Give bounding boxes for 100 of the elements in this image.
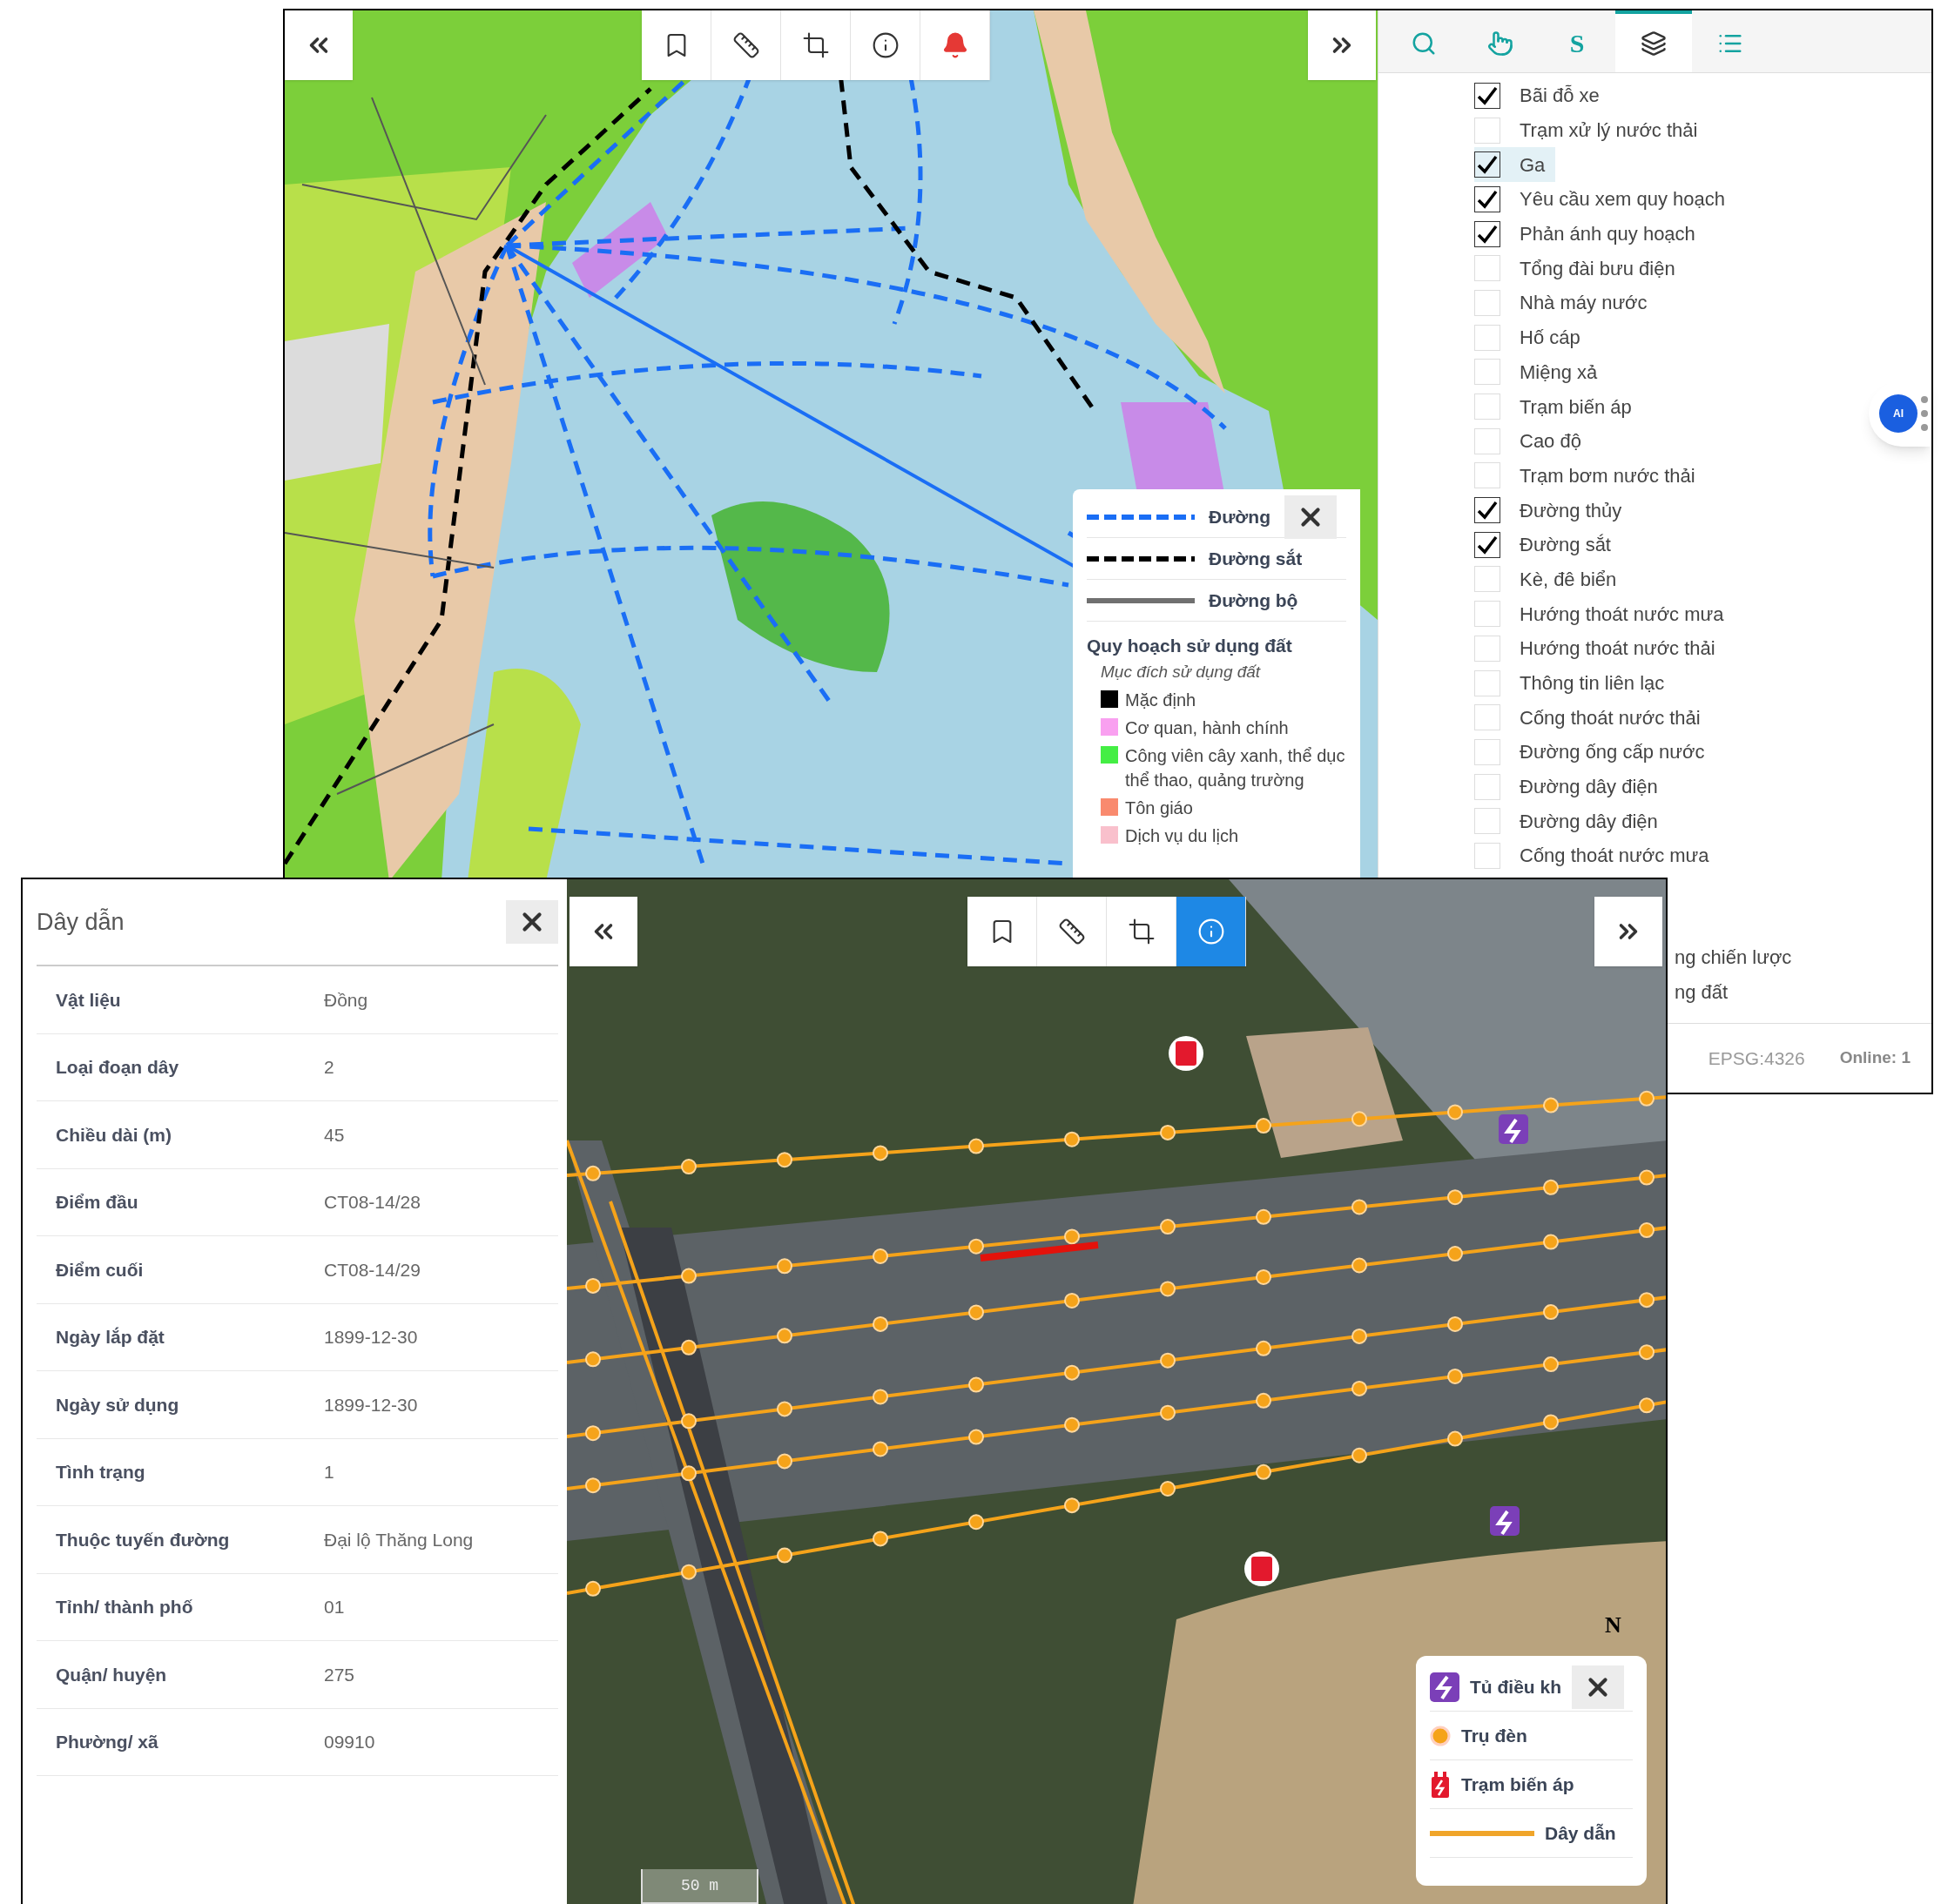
layer-item[interactable]: Đường ống cấp nước xyxy=(1474,735,1715,770)
crop-tool-button[interactable] xyxy=(1107,897,1176,966)
lamp-post-marker[interactable] xyxy=(1447,1189,1463,1206)
lamp-post-marker[interactable] xyxy=(968,1238,984,1255)
ruler-tool-button[interactable] xyxy=(1037,897,1107,966)
lamp-post-marker[interactable] xyxy=(873,1441,888,1457)
selected-wire-segment[interactable] xyxy=(980,1241,1099,1261)
lamp-post-marker[interactable] xyxy=(1351,1257,1367,1274)
lamp-post-marker[interactable] xyxy=(1160,1404,1176,1421)
lamp-post-marker[interactable] xyxy=(585,1477,601,1494)
lamp-post-marker[interactable] xyxy=(777,1547,792,1564)
lamp-post-marker[interactable] xyxy=(681,1268,697,1284)
layer-item[interactable]: Hướng thoát nước thải xyxy=(1474,631,1726,666)
lamp-post-marker[interactable] xyxy=(1256,1340,1271,1356)
layer-checkbox[interactable] xyxy=(1474,151,1500,178)
ruler-tool-button[interactable] xyxy=(711,10,781,80)
layer-item[interactable]: Trạm xử lý nước thải xyxy=(1474,112,1708,148)
lamp-post-marker[interactable] xyxy=(1543,1179,1559,1195)
lamp-post-marker[interactable] xyxy=(585,1165,601,1181)
layer-item[interactable]: Yêu cầu xem quy hoạch xyxy=(1474,182,1736,217)
lamp-post-marker[interactable] xyxy=(1256,1463,1271,1480)
close-button[interactable] xyxy=(1572,1665,1624,1709)
lamp-post-marker[interactable] xyxy=(1256,1118,1271,1134)
lamp-post-marker[interactable] xyxy=(777,1258,792,1275)
layer-checkbox[interactable] xyxy=(1474,185,1500,212)
layer-checkbox[interactable] xyxy=(1474,82,1500,109)
lamp-post-marker[interactable] xyxy=(1351,1199,1367,1215)
lamp-post-marker[interactable] xyxy=(1639,1397,1655,1414)
lamp-post-marker[interactable] xyxy=(1543,1097,1559,1113)
lamp-post-marker[interactable] xyxy=(585,1351,601,1368)
layer-item[interactable]: Kè, đê biển xyxy=(1474,562,1628,597)
lamp-post-marker[interactable] xyxy=(1256,1208,1271,1225)
lamp-post-marker[interactable] xyxy=(1639,1344,1655,1361)
lamp-post-marker[interactable] xyxy=(1160,1219,1176,1235)
lamp-post-marker[interactable] xyxy=(681,1564,697,1580)
lamp-post-marker[interactable] xyxy=(1064,1497,1080,1514)
crop-tool-button[interactable] xyxy=(781,10,851,80)
lamp-post-marker[interactable] xyxy=(1064,1364,1080,1381)
lamp-post-marker[interactable] xyxy=(681,1413,697,1430)
lamp-post-marker[interactable] xyxy=(1351,1447,1367,1463)
layer-item[interactable]: Thông tin liên lạc xyxy=(1474,665,1675,701)
lamp-post-marker[interactable] xyxy=(1639,1222,1655,1239)
lamp-post-marker[interactable] xyxy=(873,1248,888,1264)
lamp-post-marker[interactable] xyxy=(968,1304,984,1321)
bookmark-tool-button[interactable] xyxy=(642,10,711,80)
lamp-post-marker[interactable] xyxy=(585,1580,601,1597)
lamp-post-marker[interactable] xyxy=(777,1152,792,1168)
layer-item[interactable]: Đường thủy xyxy=(1474,493,1633,528)
lamp-post-marker[interactable] xyxy=(1639,1090,1655,1107)
lamp-post-marker[interactable] xyxy=(1160,1281,1176,1297)
lamp-post-marker[interactable] xyxy=(1447,1246,1463,1261)
expand-button[interactable] xyxy=(1308,10,1376,80)
collapse-button[interactable] xyxy=(569,897,637,966)
close-button[interactable] xyxy=(506,900,558,944)
lamp-post-marker[interactable] xyxy=(1543,1356,1559,1373)
layer-item[interactable]: Trạm biến áp xyxy=(1474,389,1642,424)
lamp-post-marker[interactable] xyxy=(1256,1392,1271,1409)
lamp-post-marker[interactable] xyxy=(777,1453,792,1470)
layer-item[interactable]: Ga xyxy=(1474,147,1556,183)
layer-item[interactable]: Bãi đỗ xe xyxy=(1474,78,1610,113)
lamp-post-marker[interactable] xyxy=(585,1425,601,1442)
layer-item[interactable]: Hướng thoát nước mưa xyxy=(1474,596,1735,631)
info-tool-button[interactable] xyxy=(851,10,920,80)
layer-item[interactable]: Đường dây điện xyxy=(1474,769,1668,804)
layer-checkbox[interactable] xyxy=(1474,531,1500,558)
lamp-post-marker[interactable] xyxy=(1064,1228,1080,1245)
layer-item[interactable]: Nhà máy nước xyxy=(1474,286,1658,320)
lamp-post-marker[interactable] xyxy=(873,1389,888,1405)
lamp-post-marker[interactable] xyxy=(1543,1304,1559,1321)
lamp-post-marker[interactable] xyxy=(873,1531,888,1547)
lamp-post-marker[interactable] xyxy=(1447,1104,1463,1120)
lamp-post-marker[interactable] xyxy=(681,1465,697,1482)
lamp-post-marker[interactable] xyxy=(873,1145,888,1161)
lamp-post-marker[interactable] xyxy=(1160,1352,1176,1369)
close-button[interactable] xyxy=(1284,495,1337,539)
layer-item[interactable]: Miệng xả xyxy=(1474,354,1608,390)
lamp-post-marker[interactable] xyxy=(968,1376,984,1393)
lamp-post-marker[interactable] xyxy=(1064,1131,1080,1147)
lamp-post-marker[interactable] xyxy=(1543,1414,1559,1430)
layer-item[interactable]: Trạm bơm nước thải xyxy=(1474,458,1706,494)
layers-tab[interactable] xyxy=(1615,10,1692,72)
layer-item[interactable]: Cống thoát nước thải xyxy=(1474,700,1711,736)
lamp-post-marker[interactable] xyxy=(968,1138,984,1154)
layer-item[interactable]: Tổng đài bưu điện xyxy=(1474,251,1686,286)
layer-checkbox[interactable] xyxy=(1474,220,1500,247)
lamp-post-marker[interactable] xyxy=(777,1328,792,1344)
expand-button[interactable] xyxy=(1594,897,1662,966)
layer-item[interactable]: Đường dây điện xyxy=(1474,804,1668,839)
layer-item[interactable]: Cao độ xyxy=(1474,423,1592,459)
transformer-marker[interactable] xyxy=(1169,1036,1203,1071)
lamp-post-marker[interactable] xyxy=(1543,1234,1559,1250)
lamp-post-marker[interactable] xyxy=(681,1159,697,1175)
layer-item[interactable]: Đường sắt xyxy=(1474,527,1621,562)
lamp-post-marker[interactable] xyxy=(1064,1416,1080,1433)
lamp-post-marker[interactable] xyxy=(777,1401,792,1417)
layer-checkbox[interactable] xyxy=(1474,497,1500,524)
layer-item[interactable]: Phản ánh quy hoạch xyxy=(1474,216,1706,252)
transformer-marker[interactable] xyxy=(1244,1551,1279,1586)
lamp-post-marker[interactable] xyxy=(681,1339,697,1356)
control-cabinet-marker[interactable] xyxy=(1499,1114,1528,1144)
